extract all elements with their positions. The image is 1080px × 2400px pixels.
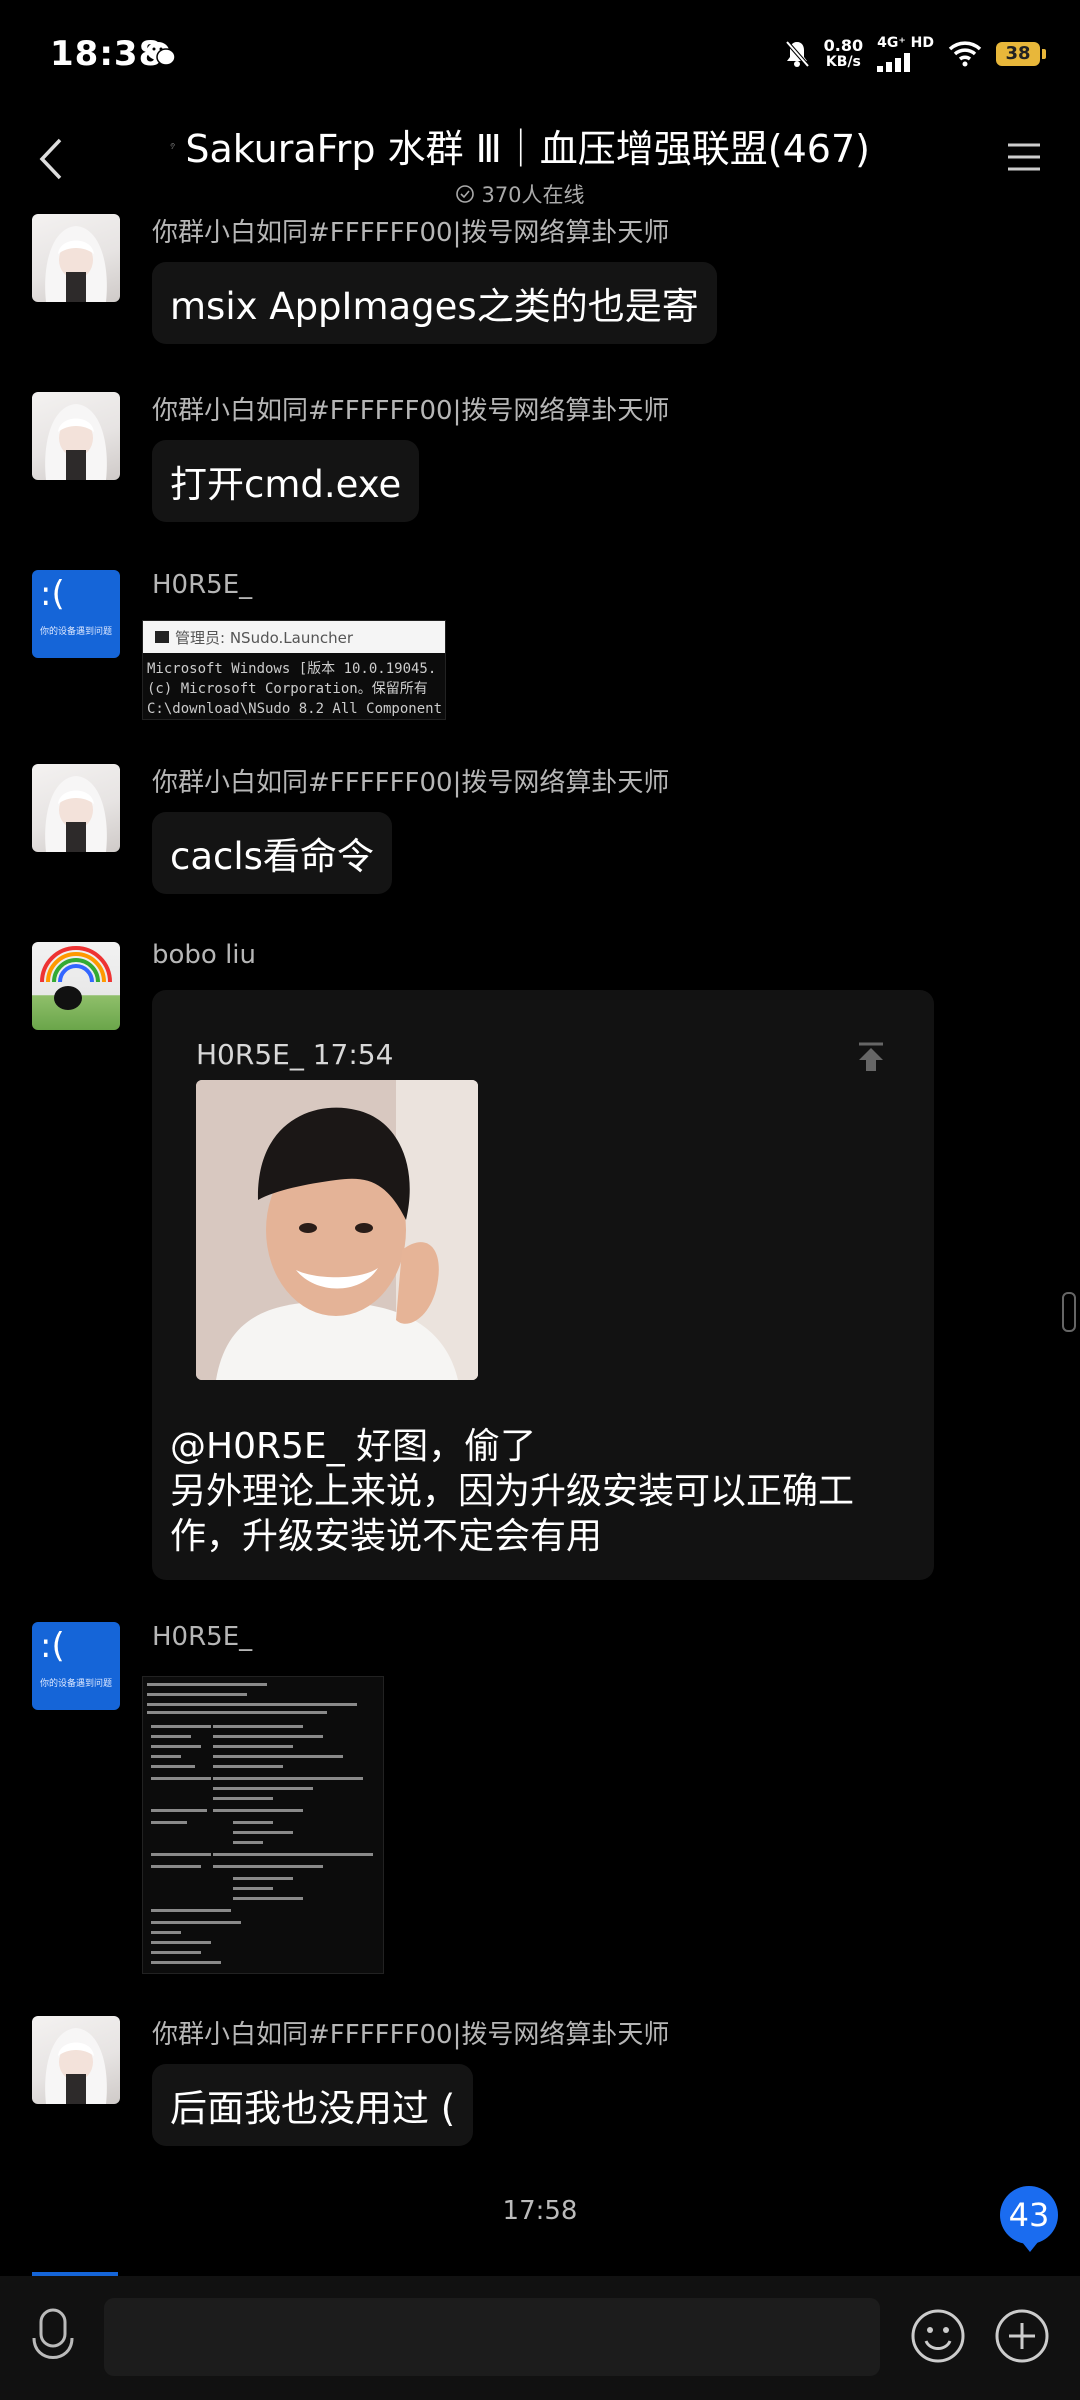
avatar[interactable]: :( 你的设备遇到问题: [32, 570, 120, 658]
message-sender[interactable]: 你群小白如同#FFFFFF00|拨号网络算卦天师: [152, 762, 669, 799]
cmd-window-title: 管理员: NSudo.Launcher: [175, 628, 353, 647]
chat-header: SakuraFrp 水群 Ⅲ｜血压增强联盟(467) 370人在线: [0, 110, 1080, 210]
message-sender[interactable]: 你群小白如同#FFFFFF00|拨号网络算卦天师: [152, 2014, 669, 2051]
message-sender[interactable]: 你群小白如同#FFFFFF00|拨号网络算卦天师: [152, 390, 669, 427]
avatar[interactable]: [32, 214, 120, 302]
anime-girl-avatar-icon: [45, 404, 107, 480]
signal-label: 4G⁺ HD: [877, 35, 934, 51]
net-speed-value: 0.80: [823, 36, 864, 55]
reply-text[interactable]: @H0R5E_ 好图，偷了 另外理论上来说，因为升级安装可以正确工 作，升级安装…: [170, 1424, 910, 1559]
reply-line: 另外理论上来说，因为升级安装可以正确工: [170, 1471, 855, 1512]
menu-icon[interactable]: [1006, 140, 1042, 174]
plus-icon[interactable]: [994, 2308, 1050, 2364]
message-sender[interactable]: bobo liu: [152, 940, 256, 970]
net-speed: 0.80 KB/s: [824, 37, 863, 71]
mute-bell-icon: [785, 40, 810, 68]
battery-icon: 38: [996, 42, 1046, 66]
wifi-icon: [948, 41, 982, 67]
bluescreen-caption: 你的设备遇到问题: [40, 1679, 113, 1689]
chat-title: SakuraFrp 水群 Ⅲ｜血压增强联盟(467): [185, 127, 870, 171]
avatar[interactable]: [32, 2016, 120, 2104]
input-bar: [0, 2276, 1080, 2400]
image-message-cmd-screenshot[interactable]: 管理员: NSudo.Launcher Microsoft Windows [版…: [142, 620, 446, 720]
net-speed-unit: KB/s: [825, 54, 861, 70]
cmd-line: Microsoft Windows [版本 10.0.19045.: [147, 661, 437, 677]
console-text-thumbnail-icon: [147, 1683, 373, 1964]
cmd-icon: [155, 631, 169, 643]
unread-count-badge[interactable]: 43: [1000, 2186, 1058, 2252]
earpiece-mode-icon: [170, 142, 175, 149]
emoji-icon[interactable]: [910, 2308, 966, 2364]
online-count-text: 370人在线: [481, 183, 585, 207]
reply-line: @H0R5E_ 好图，偷了: [170, 1426, 537, 1467]
bluescreen-frown: :(: [40, 1626, 65, 1666]
signal-bars-icon: [877, 52, 911, 72]
quoted-message-header[interactable]: H0R5E_ 17:54: [196, 1038, 393, 1071]
cmd-line: (c) Microsoft Corporation。保留所有: [147, 681, 428, 697]
avatar[interactable]: [32, 942, 120, 1030]
image-message-cacls-screenshot[interactable]: [142, 1676, 384, 1974]
cmd-line: C:\download\NSudo 8.2 All Component: [147, 701, 443, 717]
avatar[interactable]: :( 你的设备遇到问题: [32, 1622, 120, 1710]
rainbow-avatar-icon: [40, 946, 112, 1010]
reply-line: 作，升级安装说不定会有用: [170, 1516, 603, 1557]
bluescreen-frown: :(: [40, 574, 65, 614]
jump-to-quote-icon[interactable]: [854, 1040, 888, 1074]
time-separator: 17:58: [502, 2196, 578, 2226]
anime-girl-avatar-icon: [45, 776, 107, 852]
cell-signal: 4G⁺ HD: [877, 36, 934, 72]
wechat-icon: [147, 42, 176, 66]
anime-girl-avatar-icon: [45, 2028, 107, 2104]
message-sender[interactable]: H0R5E_: [152, 570, 252, 600]
online-check-icon: [456, 185, 475, 203]
anime-girl-avatar-icon: [45, 226, 107, 302]
back-arrow-icon[interactable]: [32, 134, 72, 184]
message-sender[interactable]: 你群小白如同#FFFFFF00|拨号网络算卦天师: [152, 212, 669, 249]
avatar[interactable]: [32, 392, 120, 480]
quoted-image[interactable]: [196, 1080, 478, 1380]
scrollbar-thumb[interactable]: [1062, 1292, 1076, 1332]
online-count: 370人在线: [170, 179, 870, 209]
message-bubble[interactable]: 后面我也没用过 (: [152, 2064, 474, 2146]
chat-title-area[interactable]: SakuraFrp 水群 Ⅲ｜血压增强联盟(467) 370人在线: [170, 118, 870, 209]
message-input[interactable]: [104, 2298, 880, 2376]
avatar[interactable]: [32, 764, 120, 852]
cmd-output: Microsoft Windows [版本 10.0.19045. (c) Mic…: [143, 653, 445, 719]
photo-boy-face-icon: [196, 1080, 478, 1380]
message-bubble[interactable]: msix AppImages之类的也是寄: [152, 262, 717, 344]
voice-input-icon[interactable]: [28, 2306, 78, 2366]
message-bubble[interactable]: 打开cmd.exe: [152, 440, 420, 522]
message-bubble[interactable]: cacls看命令: [152, 812, 392, 894]
cmd-window-titlebar: 管理员: NSudo.Launcher: [143, 621, 445, 653]
status-bar: 18:38 0.80 KB/s 4G⁺ HD 38: [0, 0, 1080, 110]
message-sender[interactable]: H0R5E_: [152, 1622, 252, 1652]
bluescreen-caption: 你的设备遇到问题: [40, 627, 113, 637]
